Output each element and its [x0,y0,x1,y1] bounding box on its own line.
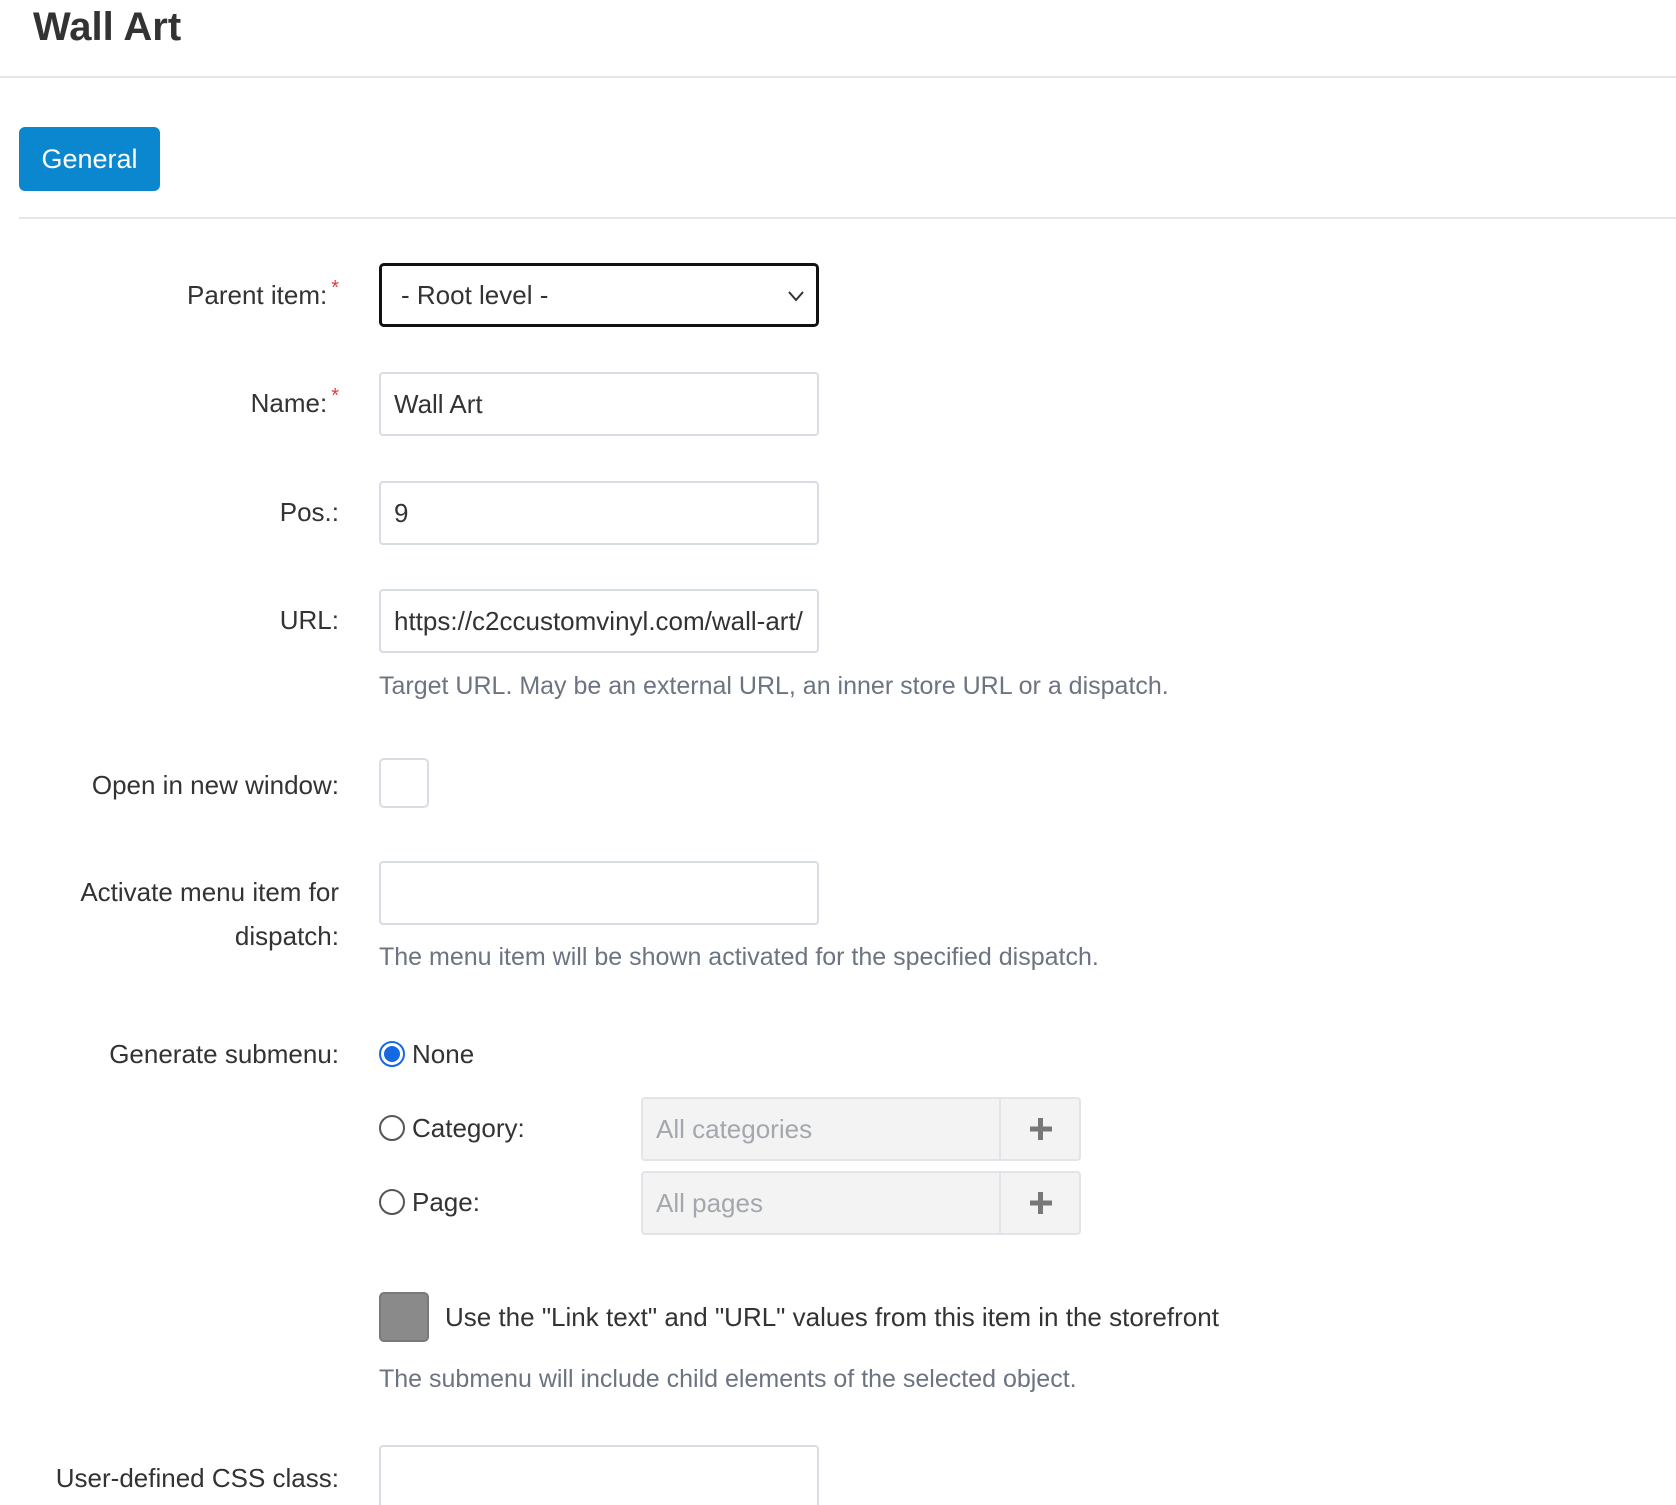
activate-dispatch-label-line2: dispatch: [234,921,339,951]
add-page-button[interactable] [999,1173,1079,1233]
plus-icon [1030,1192,1052,1214]
category-picker-placeholder: All categories [656,1114,813,1144]
radio-page-label[interactable]: Page: [412,1184,480,1220]
activate-dispatch-label-line1: Activate menu item for [80,877,339,907]
parent-item-label-text: Parent item: [187,280,328,310]
radio-none[interactable] [379,1041,405,1067]
page-title: Wall Art [33,5,182,49]
radio-none-label[interactable]: None [412,1036,474,1072]
open-new-window-checkbox[interactable] [379,758,429,808]
radio-page[interactable] [379,1189,405,1215]
activate-dispatch-help: The menu item will be shown activated fo… [379,943,1099,971]
tab-general[interactable]: General [19,127,160,191]
url-help: Target URL. May be an external URL, an i… [379,672,1169,700]
css-class-label: User-defined CSS class: [55,1463,339,1493]
radio-category[interactable] [379,1115,405,1141]
page-header: Wall Art [0,0,1676,78]
chevron-down-icon [788,291,804,302]
generate-submenu-help: The submenu will include child elements … [379,1365,1077,1393]
parent-item-select[interactable]: - Root level - [379,263,819,327]
name-label: Name: * [251,381,339,425]
parent-item-label: Parent item: * [187,273,339,317]
pos-label: Pos.: [279,497,339,527]
required-mark: * [331,385,339,407]
use-link-values-label[interactable]: Use the "Link text" and "URL" values fro… [445,1299,1219,1335]
page-picker-placeholder: All pages [656,1188,763,1218]
radio-category-label[interactable]: Category: [412,1110,525,1146]
activate-dispatch-input[interactable] [379,861,819,925]
generate-submenu-label: Generate submenu: [109,1039,339,1069]
tab-bar: General [19,127,1676,219]
open-new-window-label: Open in new window: [91,770,339,800]
required-mark: * [331,277,339,299]
name-input[interactable]: Wall Art [379,372,819,436]
page-picker[interactable]: All pages [641,1171,1081,1235]
name-label-text: Name: [250,388,328,418]
category-picker[interactable]: All categories [641,1097,1081,1161]
url-input[interactable]: https://c2ccustomvinyl.com/wall-art/ [379,589,819,653]
url-label: URL: [279,605,339,635]
plus-icon [1030,1118,1052,1140]
css-class-input[interactable] [379,1445,819,1505]
use-link-values-checkbox[interactable] [379,1292,429,1342]
parent-item-value: - Root level - [401,280,549,310]
pos-input[interactable]: 9 [379,481,819,545]
add-category-button[interactable] [999,1099,1079,1159]
